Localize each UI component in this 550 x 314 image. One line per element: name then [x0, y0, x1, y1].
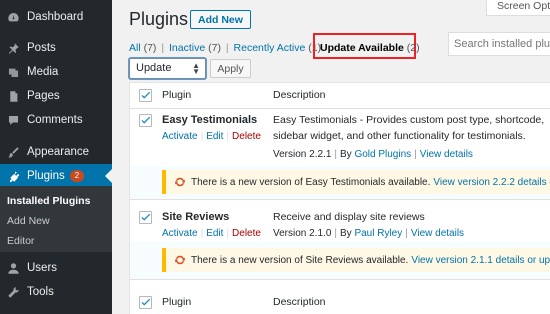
plugin-version: Version 2.2.1	[273, 149, 332, 160]
view-version-link[interactable]: View version 2.2.2 details or update now…	[433, 177, 550, 188]
pages-icon	[6, 89, 20, 103]
row-actions: Activate | Edit | Delete	[162, 228, 261, 239]
apply-button[interactable]: Apply	[210, 59, 251, 78]
filter-update-available-count: (2)	[406, 42, 420, 54]
sidebar-item-users[interactable]: Users	[0, 256, 112, 280]
row-checkbox[interactable]	[139, 211, 152, 224]
activate-link[interactable]: Activate	[162, 228, 198, 239]
update-icon	[175, 255, 185, 265]
dashboard-icon	[6, 10, 20, 24]
sidebar-item-pages[interactable]: Pages	[0, 84, 112, 108]
sidebar-item-dashboard[interactable]: Dashboard	[0, 5, 112, 29]
sidebar-item-label: Plugins	[27, 170, 65, 182]
chevron-updown-icon: ▲ ▼	[192, 61, 200, 76]
plugin-description: Easy Testimonials - Provides custom post…	[273, 114, 545, 142]
check-icon	[141, 213, 151, 221]
check-icon	[141, 298, 151, 306]
admin-sidebar: Dashboard Posts Media Pages Comments App…	[0, 0, 112, 314]
filter-update-available-label: Update Available	[320, 42, 404, 54]
plugin-title: Easy Testimonials	[162, 114, 258, 126]
row-actions: Activate | Edit | Delete	[162, 131, 261, 142]
sidebar-item-label: Pages	[27, 90, 60, 102]
sidebar-item-label: Comments	[27, 114, 83, 126]
view-details-link[interactable]: View details	[411, 228, 464, 239]
check-icon	[141, 91, 151, 99]
sidebar-item-media[interactable]: Media	[0, 60, 112, 84]
filter-update-available[interactable]: Update Available (2)	[320, 42, 420, 54]
comments-icon	[6, 113, 20, 127]
main-content: Screen Options Plugins Add New All (7) |…	[112, 0, 550, 314]
select-all-checkbox-footer[interactable]	[139, 296, 152, 309]
sidebar-item-plugins[interactable]: Plugins 2	[0, 164, 112, 188]
submenu-installed-plugins[interactable]: Installed Plugins	[7, 195, 90, 207]
sidebar-item-label: Dashboard	[27, 11, 84, 23]
filter-all[interactable]: All	[129, 42, 141, 54]
sidebar-item-appearance[interactable]: Appearance	[0, 140, 112, 164]
filter-inactive[interactable]: Inactive	[169, 42, 205, 54]
screen-options-button[interactable]: Screen Options	[486, 0, 550, 16]
sidebar-item-posts[interactable]: Posts	[0, 36, 112, 60]
column-header-plugin[interactable]: Plugin	[162, 89, 191, 101]
update-notice: There is a new version of Site Reviews a…	[162, 248, 550, 272]
plugin-icon	[6, 169, 20, 183]
sidebar-item-label: Users	[27, 262, 58, 274]
add-new-button[interactable]: Add New	[190, 10, 251, 29]
plugins-table: Plugin Description Easy Testimonials Act…	[129, 82, 550, 314]
plugin-title: Site Reviews	[162, 211, 230, 223]
row-checkbox[interactable]	[139, 114, 152, 127]
sidebar-item-label: Media	[27, 66, 59, 78]
update-count-badge: 2	[69, 170, 85, 182]
plugin-meta: Version 2.1.0 | By Paul Ryley | View details	[273, 228, 465, 239]
author-link[interactable]: Gold Plugins	[354, 149, 411, 160]
check-icon	[141, 116, 151, 124]
table-row: Site Reviews Activate | Edit | Delete Receiv…	[130, 207, 550, 241]
paintbrush-icon	[6, 145, 20, 159]
delete-link[interactable]: Delete	[232, 131, 261, 142]
edit-link[interactable]: Edit	[206, 228, 223, 239]
column-footer-plugin[interactable]: Plugin	[162, 296, 191, 308]
view-version-link[interactable]: View version 2.1.1 details or update now…	[411, 255, 550, 266]
table-row: Easy Testimonials Activate | Edit | Delete E…	[130, 110, 550, 166]
plugin-status-filters: All (7) | Inactive (7) | Recently Active…	[129, 42, 322, 54]
page-title: Plugins	[129, 9, 189, 29]
sidebar-item-comments[interactable]: Comments	[0, 108, 112, 132]
filter-recently-active[interactable]: Recently Active	[234, 42, 306, 54]
update-notice: There is a new version of Easy Testimoni…	[162, 170, 550, 194]
submenu-editor[interactable]: Editor	[7, 235, 34, 247]
filter-inactive-count: (7)	[208, 42, 221, 54]
plugin-version: Version 2.1.0	[273, 228, 332, 239]
sidebar-item-label: Tools	[27, 286, 54, 298]
sidebar-item-label: Appearance	[27, 146, 90, 158]
edit-link[interactable]: Edit	[206, 131, 223, 142]
view-details-link[interactable]: View details	[420, 149, 473, 160]
media-icon	[6, 65, 20, 79]
pushpin-icon	[6, 41, 20, 55]
bulk-action-select[interactable]: Update ▲ ▼	[129, 58, 206, 79]
bulk-action-value: Update	[136, 62, 172, 74]
table-footer: Plugin Description	[130, 291, 550, 314]
table-header: Plugin Description	[130, 83, 550, 109]
update-notice-text: There is a new version of Site Reviews a…	[191, 254, 409, 266]
sidebar-item-label: Posts	[27, 42, 56, 54]
sidebar-item-tools[interactable]: Tools	[0, 280, 112, 304]
column-header-description: Description	[273, 89, 326, 101]
activate-link[interactable]: Activate	[162, 131, 198, 142]
plugin-meta: Version 2.2.1 | By Gold Plugins | View detai…	[273, 149, 473, 160]
column-footer-description: Description	[273, 296, 326, 308]
search-input[interactable]: Search installed plugins...	[448, 32, 550, 56]
delete-link[interactable]: Delete	[232, 228, 261, 239]
plugin-description: Receive and display site reviews	[273, 211, 425, 223]
update-notice-text: There is a new version of Easy Testimoni…	[191, 176, 431, 188]
wrench-icon	[6, 285, 20, 299]
submenu-add-new[interactable]: Add New	[7, 215, 50, 227]
plugins-submenu: Installed Plugins Add New Editor	[0, 186, 112, 252]
select-all-checkbox[interactable]	[139, 89, 152, 102]
author-link[interactable]: Paul Ryley	[354, 228, 402, 239]
filter-all-count: (7)	[143, 42, 157, 54]
users-icon	[6, 261, 20, 275]
update-icon	[175, 177, 185, 187]
